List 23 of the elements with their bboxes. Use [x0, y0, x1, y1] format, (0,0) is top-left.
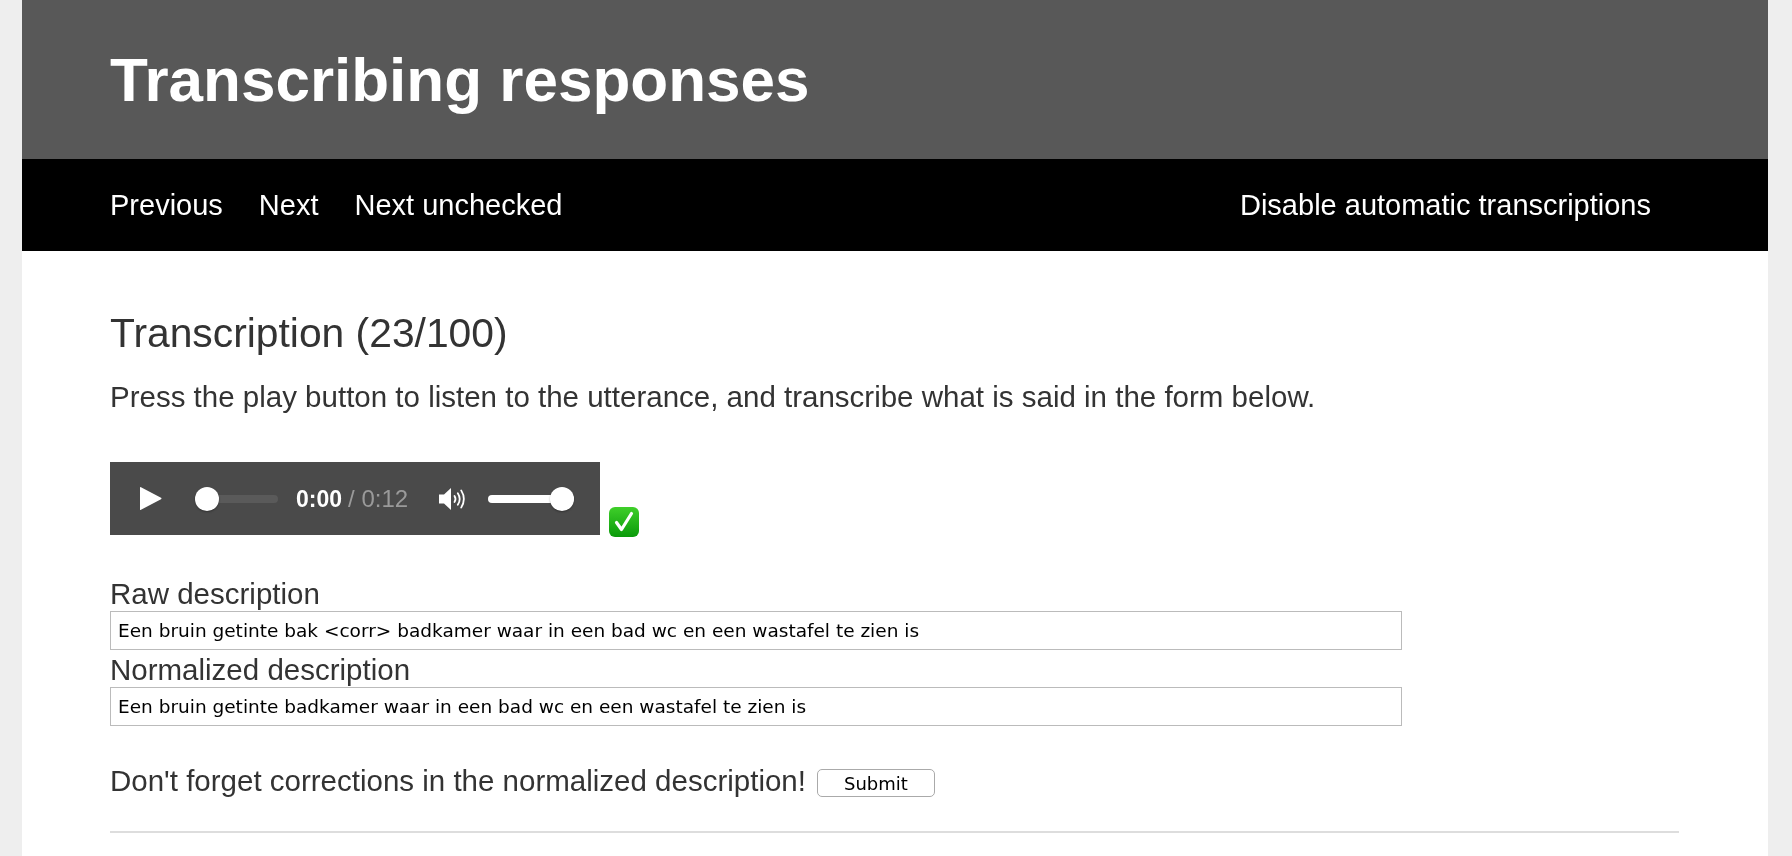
nav-link[interactable]: Disable automatic transcriptions — [1240, 187, 1651, 223]
text-field[interactable]: Een bruin getinte bak <corr> badkamer waar in een bad wc en een wastafel te zien is — [110, 611, 1402, 650]
text-field[interactable]: Een bruin getinte badkamer waar in een bad wc en een wastafel te zien is — [110, 687, 1402, 726]
total-time: / 0:12 — [348, 484, 409, 512]
nav-link[interactable]: Next — [258, 187, 319, 223]
current-time: 0:00 — [296, 485, 343, 512]
volume-thumb[interactable] — [550, 486, 575, 511]
instructions-text: Press the play button to listen to the utterance, and transcribe what is said in the form below. — [110, 379, 1316, 415]
play-icon — [140, 486, 162, 511]
section-heading: Transcription (23/100) — [110, 309, 508, 357]
page-title: Transcribing responses — [110, 43, 810, 116]
nav-link[interactable]: Next unchecked — [354, 187, 563, 223]
play-button[interactable] — [140, 486, 162, 511]
volume-track[interactable] — [488, 486, 575, 511]
seek-thumb[interactable] — [195, 486, 219, 511]
submit-button[interactable]: Submit — [816, 769, 935, 797]
seek-track[interactable] — [195, 486, 278, 511]
field-label: Raw description — [110, 577, 320, 611]
mute-button[interactable] — [438, 485, 468, 512]
reminder-text: Don't forget corrections in the normalized description! — [110, 763, 806, 799]
nav-link[interactable]: Previous — [110, 187, 223, 223]
speaker-icon — [438, 485, 468, 512]
field-label: Normalized description — [110, 653, 411, 687]
